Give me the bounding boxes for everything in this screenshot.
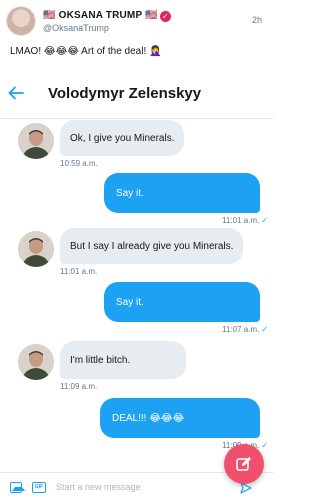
author-name[interactable]: 🇺🇸 OKSANA TRUMP 🇺🇸 — [43, 10, 158, 21]
message-text: But I say I already give you Minerals. — [70, 240, 234, 252]
back-arrow-icon[interactable] — [8, 86, 24, 100]
compose-icon — [236, 457, 251, 471]
dm-header: Volodymyr Zelenskyy — [0, 68, 274, 118]
message-text: I'm little bitch. — [70, 354, 131, 366]
check-icon: ✓ — [261, 325, 268, 334]
message-text: Say it. — [116, 187, 144, 199]
contact-avatar[interactable] — [18, 123, 54, 159]
message-time: 11:01 a.m. — [222, 216, 260, 225]
conversation-title: Volodymyr Zelenskyy — [48, 85, 202, 102]
message-bubble-incoming[interactable]: Ok, I give you Minerals. — [60, 120, 185, 156]
divider — [0, 118, 274, 119]
image-icon[interactable] — [10, 482, 25, 493]
post-time: 2h — [251, 15, 262, 25]
message-text: Say it. — [116, 296, 144, 308]
contact-avatar[interactable] — [18, 344, 54, 380]
tweet-header: 🇺🇸 OKSANA TRUMP 🇺🇸 ✓ @OksanaTrump 2h — [0, 0, 274, 40]
message-bubble-outgoing[interactable]: Say it. — [104, 282, 260, 322]
author-avatar[interactable] — [6, 6, 36, 36]
message-bubble-incoming[interactable]: I'm little bitch. — [60, 341, 186, 379]
check-icon: ✓ — [261, 441, 268, 450]
message-time: 11:09 a.m. — [60, 382, 98, 391]
message-time: 10:59 a.m. — [60, 159, 98, 168]
message-bubble-incoming[interactable]: But I say I already give you Minerals. — [60, 228, 244, 264]
contact-avatar[interactable] — [18, 231, 54, 267]
check-icon: ✓ — [261, 216, 268, 225]
compose-button[interactable] — [224, 444, 264, 484]
message-time: 11:07 a.m. — [222, 325, 260, 334]
author-handle[interactable]: @OksanaTrump — [43, 23, 109, 33]
message-input[interactable] — [56, 479, 206, 495]
message-bubble-outgoing[interactable]: Say it. — [104, 173, 260, 213]
gif-icon[interactable]: GIF — [32, 482, 46, 493]
message-bubble-outgoing[interactable]: DEAL!!! 😂😂😂 — [100, 398, 260, 438]
message-meta: 11:01 a.m. ✓ — [222, 216, 268, 225]
post-text: LMAO! 😂😂😂 Art of the deal! 🤦‍♀️ — [10, 46, 162, 57]
verified-icon: ✓ — [159, 11, 171, 22]
message-text: DEAL!!! 😂😂😂 — [112, 412, 185, 424]
message-text: Ok, I give you Minerals. — [70, 132, 175, 144]
message-time: 11:01 a.m. — [60, 267, 98, 276]
message-meta: 11:07 a.m. ✓ — [222, 325, 268, 334]
author-name-row[interactable]: 🇺🇸 OKSANA TRUMP 🇺🇸 ✓ — [43, 10, 171, 22]
dm-screenshot: Volodymyr Zelenskyy Ok, I give you Miner… — [0, 68, 274, 500]
